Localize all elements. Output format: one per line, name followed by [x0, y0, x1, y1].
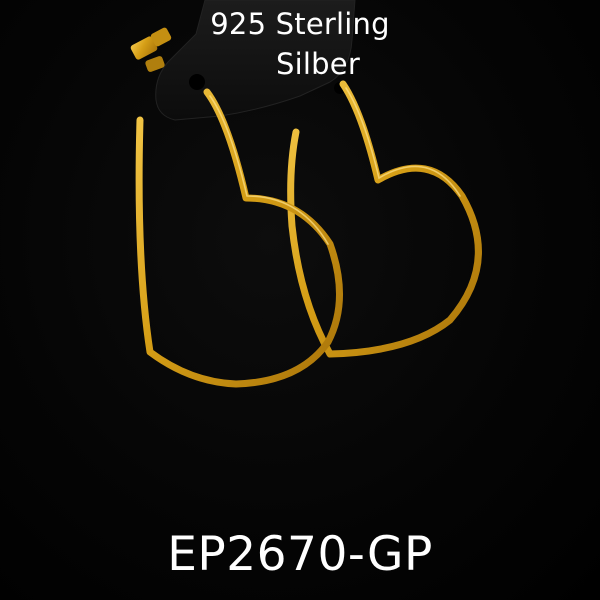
- material-label: 925 Sterling Silber: [180, 4, 420, 84]
- material-line-1: 925 Sterling: [210, 7, 390, 41]
- heart-hoop-earrings-photo: [130, 0, 482, 388]
- product-sku: EP2670-GP: [167, 527, 433, 582]
- heart-hoop-front-highlight: [209, 95, 329, 245]
- product-photo-frame: 925 Sterling Silber EP2670-GP: [0, 0, 600, 600]
- heart-hoop-front: [135, 88, 344, 388]
- material-line-2: Silber: [276, 47, 360, 81]
- heart-hoop-back: [287, 80, 482, 358]
